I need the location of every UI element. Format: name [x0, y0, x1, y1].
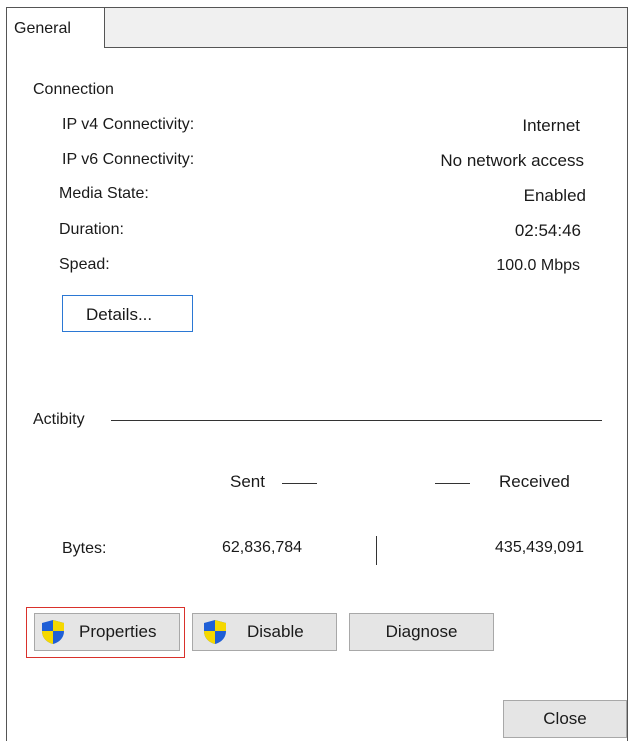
uac-shield-icon [42, 620, 64, 644]
diagnose-button[interactable]: Diagnose [349, 613, 494, 651]
disable-button[interactable]: Disable [192, 613, 337, 651]
received-line [435, 483, 470, 484]
tab-general[interactable]: General [6, 7, 105, 48]
diagnose-button-label: Diagnose [385, 622, 458, 641]
properties-button-label: Properties [79, 622, 157, 641]
sent-label: Sent [230, 472, 265, 491]
bytes-sent-value: 62,836,784 [222, 539, 303, 556]
properties-button[interactable]: Properties [34, 613, 180, 651]
disable-button-label: Disable [247, 622, 304, 641]
sent-line [282, 483, 317, 484]
bytes-separator [376, 536, 377, 565]
bytes-label: Bytes: [62, 540, 107, 557]
ipv6-value: No network access [440, 151, 584, 170]
activity-heading: Actibity [33, 411, 85, 428]
close-button[interactable]: Close [503, 700, 627, 738]
details-button[interactable]: Details... [62, 295, 193, 332]
media-state-label: Media State: [59, 185, 149, 202]
uac-shield-icon [204, 620, 226, 644]
duration-label: Duration: [59, 221, 124, 238]
details-button-label: Details... [86, 305, 153, 324]
close-button-label: Close [543, 709, 587, 728]
ipv4-label: IP v4 Connectivity: [62, 116, 195, 133]
tab-strip-background [104, 7, 628, 48]
media-state-value: Enabled [523, 186, 586, 205]
ipv4-value: Internet [522, 116, 580, 135]
speed-value: 100.0 Mbps [496, 257, 580, 274]
activity-divider [111, 420, 602, 421]
received-label: Received [499, 472, 570, 491]
tab-general-label: General [14, 20, 71, 37]
ipv6-label: IP v6 Connectivity: [62, 151, 195, 168]
bytes-received-value: 435,439,091 [495, 539, 584, 556]
duration-value: 02:54:46 [514, 221, 581, 240]
connection-heading: Connection [33, 81, 114, 98]
speed-label: Spead: [59, 256, 110, 273]
